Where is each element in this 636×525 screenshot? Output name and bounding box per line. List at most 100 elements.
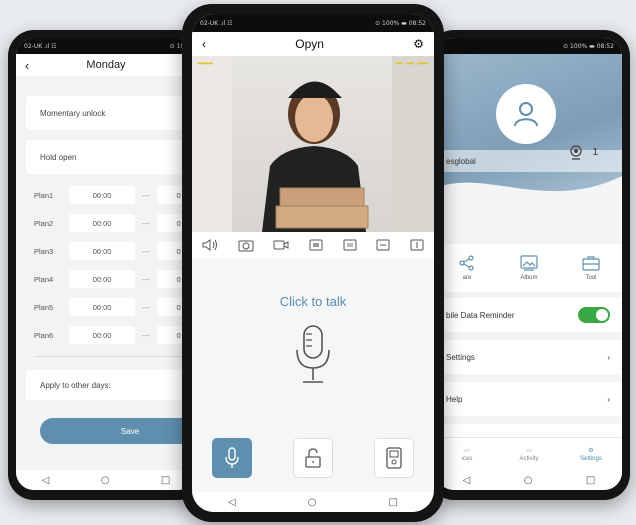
row-label: bile Data Reminder	[446, 310, 515, 320]
record-icon[interactable]	[273, 238, 289, 252]
settings-gear-icon[interactable]: ⚙	[413, 37, 424, 51]
save-button[interactable]: Save	[40, 418, 196, 444]
plan-separator: ---	[142, 330, 150, 340]
plan-separator: ---	[142, 246, 150, 256]
snapshot-icon[interactable]	[238, 238, 254, 252]
chevron-right-icon: ›	[607, 394, 610, 404]
camera-count[interactable]: 1	[568, 144, 598, 160]
share-icon	[459, 255, 474, 271]
user-icon	[514, 102, 538, 127]
nav-home-icon[interactable]: ○	[524, 475, 533, 486]
page-header: ‹ Opyn ⚙	[192, 32, 434, 56]
status-bar: 02-UK .ıl ☷ ⊙ 100	[16, 38, 196, 54]
click-to-talk-label: Click to talk	[279, 294, 347, 309]
nav-back-icon[interactable]: ◁	[463, 475, 471, 486]
tool-bar: are Album Tool	[436, 244, 622, 292]
right-screen: ⊙ 100% ▬ 08:52 esglobal 1 are Album Tool…	[436, 38, 622, 490]
plan-label: Plan6	[34, 330, 54, 340]
hold-open-option[interactable]: Hold open	[26, 140, 191, 174]
status-right: ⊙ 100% ▬ 08:52	[375, 19, 426, 27]
back-icon[interactable]: ‹	[202, 37, 206, 51]
album-tool[interactable]: Album	[498, 244, 560, 292]
nav-back-icon[interactable]: ◁	[228, 497, 236, 508]
gear-icon: ⚙	[588, 447, 594, 454]
channel-icon[interactable]	[410, 239, 424, 251]
nav-back-icon[interactable]: ◁	[42, 475, 50, 486]
nav-home-icon[interactable]: ○	[308, 497, 317, 508]
nav-recents-icon[interactable]: □	[389, 497, 398, 508]
plan-start-time[interactable]: 00:00	[69, 242, 136, 260]
plan-start-time[interactable]: 00:00	[69, 270, 136, 288]
row-label: Help	[446, 394, 463, 404]
page-title: Opyn	[295, 37, 324, 51]
tab-label: ices	[461, 455, 473, 462]
plan-row: Plan3 00:00 --- 0	[26, 240, 196, 262]
tool-label: Tool	[585, 275, 597, 281]
plan-row: Plan2 00:00 --- 0	[26, 212, 196, 234]
action-bar	[192, 429, 434, 487]
username: esglobal	[446, 156, 476, 166]
nav-recents-icon[interactable]: □	[586, 475, 595, 486]
system-nav-bar: ◁ ○ □	[16, 470, 196, 490]
plan-start-time[interactable]: 00:00	[69, 326, 136, 344]
microphone-icon[interactable]	[293, 324, 333, 391]
plan-label: Plan3	[34, 246, 54, 256]
settings-row[interactable]: Settings ›	[436, 340, 622, 374]
tab-label: Activity	[519, 455, 539, 462]
system-nav-bar: ◁ ○ □	[192, 492, 434, 512]
nav-home-icon[interactable]: ○	[101, 475, 110, 486]
divider	[34, 356, 194, 357]
webcam-icon	[570, 145, 583, 160]
tool-tool[interactable]: Tool	[560, 244, 622, 292]
tab-settings[interactable]: ⚙ Settings	[560, 438, 622, 470]
plan-row: Plan4 00:00 --- 0	[26, 268, 196, 290]
back-icon[interactable]: ‹	[16, 58, 38, 73]
tab-label: Settings	[580, 455, 602, 462]
system-nav-bar: ◁ ○ □	[436, 470, 622, 490]
video-overlay-left: ▬▬▬▬	[198, 60, 213, 67]
mobile-data-reminder-row: bile Data Reminder	[436, 298, 622, 332]
speaker-icon[interactable]	[202, 238, 218, 252]
doorbell-icon	[385, 447, 402, 469]
plan-start-time[interactable]: 00:00	[69, 298, 136, 316]
page-title: Monday	[86, 59, 126, 71]
status-left: 02-UK .ıl ☷	[24, 42, 57, 50]
status-right: ⊙ 100% ▬ 08:52	[563, 42, 614, 50]
plan-start-time[interactable]: 00:00	[69, 186, 136, 204]
help-row[interactable]: Help ›	[436, 382, 622, 416]
doorbell-switch-button[interactable]	[373, 438, 414, 478]
tool-label: Album	[520, 275, 538, 281]
talk-button[interactable]	[212, 438, 253, 478]
momentary-unlock-option[interactable]: Momentary unlock	[26, 96, 191, 130]
left-phone: 02-UK .ıl ☷ ⊙ 100 ‹ Monday Momentary unl…	[8, 30, 204, 500]
plan-label: Plan5	[34, 302, 54, 312]
resolution-icon[interactable]	[343, 239, 357, 251]
chevron-right-icon: ›	[607, 352, 610, 362]
fit-screen-icon[interactable]	[376, 239, 390, 251]
unlock-button[interactable]	[292, 438, 333, 478]
left-screen: 02-UK .ıl ☷ ⊙ 100 ‹ Monday Momentary unl…	[16, 38, 196, 490]
status-bar: 02-UK .ıl ☷ ⊙ 100% ▬ 08:52	[192, 14, 434, 32]
apply-other-days[interactable]: Apply to other days:	[26, 370, 196, 400]
plan-label: Plan2	[34, 218, 54, 228]
plan-separator: ---	[142, 218, 150, 228]
video-overlay-right: ▬▬ ▬▬ ▬▬▬	[395, 60, 428, 67]
tab-devices[interactable]: ▭ ices	[436, 438, 498, 470]
unlock-icon	[305, 448, 321, 468]
share-tool[interactable]: are	[436, 244, 498, 292]
plan-label: Plan4	[34, 274, 54, 284]
mobile-data-toggle[interactable]	[578, 307, 610, 323]
hd-icon[interactable]	[309, 239, 323, 251]
live-video-feed[interactable]: ▬▬▬▬ ▬▬ ▬▬ ▬▬▬	[192, 56, 434, 232]
avatar[interactable]	[496, 84, 556, 144]
album-icon	[520, 255, 538, 271]
plan-row: Plan5 00:00 --- 0	[26, 296, 196, 318]
plan-start-time[interactable]: 00:00	[69, 214, 136, 232]
plan-row: Plan6 00:00 --- 0	[26, 324, 196, 346]
plan-label: Plan1	[34, 190, 54, 200]
tool-label: are	[462, 275, 472, 281]
page-header: ‹ Monday	[16, 54, 196, 76]
activity-icon: ▭	[526, 447, 532, 454]
tab-activity[interactable]: ▭ Activity	[498, 438, 560, 470]
nav-recents-icon[interactable]: □	[161, 475, 170, 486]
